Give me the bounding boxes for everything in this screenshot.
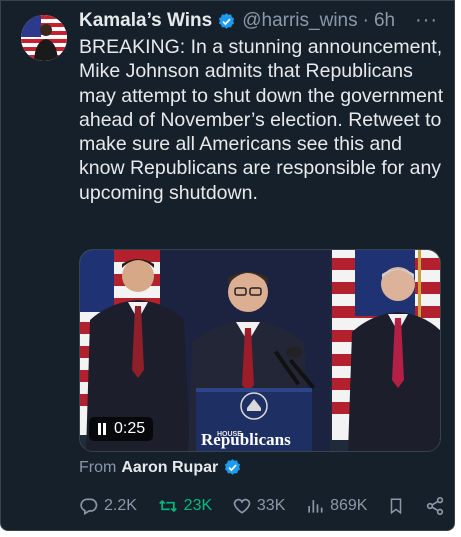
attribution-name[interactable]: Aaron Rupar bbox=[121, 459, 218, 477]
bookmark-button[interactable] bbox=[387, 496, 405, 516]
tweet-header: Kamala’s Wins @harris_wins · 6h ··· bbox=[79, 9, 440, 33]
like-icon bbox=[233, 498, 251, 514]
attribution: From Aaron Rupar bbox=[79, 458, 242, 477]
views-button[interactable]: 869K bbox=[305, 496, 367, 516]
video-time-label: 0:25 bbox=[114, 420, 146, 437]
display-name[interactable]: Kamala’s Wins bbox=[79, 10, 212, 32]
handle[interactable]: @harris_wins bbox=[242, 10, 357, 32]
views-icon bbox=[308, 500, 323, 513]
views-count: 869K bbox=[330, 497, 368, 514]
avatar[interactable] bbox=[21, 15, 67, 61]
more-icon[interactable]: ··· bbox=[415, 9, 438, 32]
like-button[interactable]: 33K bbox=[232, 496, 285, 516]
reply-icon bbox=[80, 498, 98, 515]
verified-badge-icon bbox=[223, 458, 242, 477]
reply-button[interactable]: 2.2K bbox=[79, 496, 137, 516]
separator: · bbox=[362, 10, 369, 31]
retweet-icon bbox=[158, 499, 177, 513]
attribution-prefix: From bbox=[79, 458, 117, 476]
tweet-text: BREAKING: In a stunning announcement, Mi… bbox=[79, 36, 444, 204]
bookmark-icon bbox=[390, 498, 402, 515]
timestamp[interactable]: 6h bbox=[374, 10, 395, 32]
podium-republicans: Republicans bbox=[201, 430, 291, 449]
video-player[interactable]: HOUSE Republicans 0:25 bbox=[79, 249, 441, 452]
retweet-count: 23K bbox=[183, 497, 213, 514]
like-count: 33K bbox=[256, 497, 286, 514]
reply-count: 2.2K bbox=[104, 497, 137, 514]
retweet-button[interactable]: 23K bbox=[157, 496, 212, 516]
share-icon bbox=[426, 497, 444, 516]
action-bar: 2.2K 23K 33K 869K bbox=[79, 493, 445, 519]
share-button[interactable] bbox=[425, 496, 445, 516]
tweet-card[interactable]: Kamala’s Wins @harris_wins · 6h ··· BREA… bbox=[0, 0, 455, 531]
video-timestamp[interactable]: 0:25 bbox=[89, 417, 154, 441]
pause-icon[interactable] bbox=[97, 423, 107, 435]
verified-badge-icon bbox=[217, 12, 236, 31]
